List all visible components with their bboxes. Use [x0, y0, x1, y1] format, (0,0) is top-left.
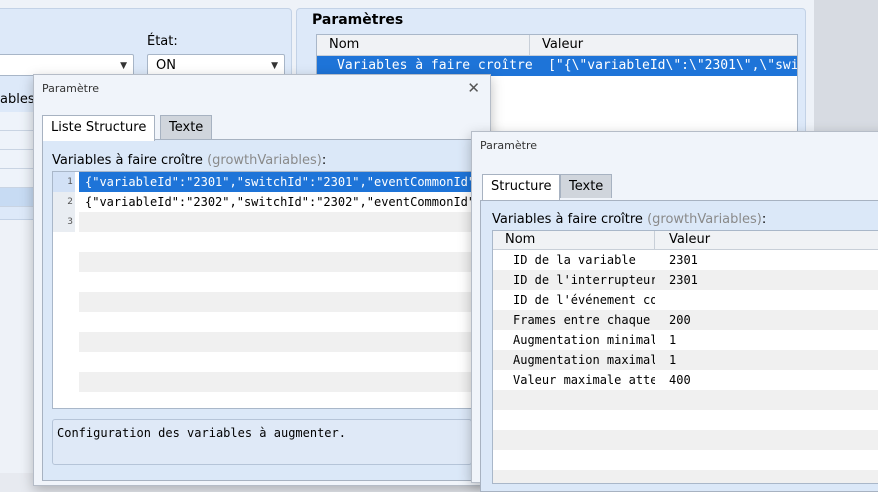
section-label: Variables à faire croître (growthVariabl… [492, 212, 766, 227]
section-key: (growthVariables) [647, 212, 762, 227]
empty-row [53, 272, 473, 292]
empty-row [53, 252, 473, 272]
section-label-text: Variables à faire croître [492, 212, 643, 227]
empty-row [493, 410, 878, 430]
empty-row [493, 470, 878, 483]
field-value: 1 [669, 353, 677, 367]
tab-text[interactable]: Texte [160, 115, 213, 139]
param-dialog-structure: Paramètre Structure Texte Variables à fa… [471, 131, 878, 492]
param-value: ["{\"variableId\":\"2301\",\"switc… [548, 58, 797, 73]
column-header-value[interactable]: Valeur [530, 35, 583, 55]
list-item-text: {"variableId":"2301","switchId":"2301","… [79, 172, 473, 192]
field-value [655, 290, 669, 310]
empty-row [493, 450, 878, 470]
dialog-title: Paramètre [480, 139, 537, 152]
field-name: ID de la variable [513, 253, 636, 267]
empty-row [493, 390, 878, 410]
table-row[interactable]: ID de la variable 2301 [493, 250, 878, 270]
section-label: Variables à faire croître (growthVariabl… [52, 153, 326, 168]
field-value: 1 [669, 333, 677, 347]
list-item[interactable]: 1 {"variableId":"2301","switchId":"2301"… [53, 172, 473, 192]
list-item-text: {"variableId":"2302","switchId":"2302","… [85, 195, 474, 209]
table-row[interactable]: Valeur maximale atte… 400 [493, 370, 878, 390]
list-item[interactable]: 2 {"variableId":"2302","switchId":"2302"… [53, 192, 473, 212]
empty-row [53, 292, 473, 312]
params-header: Nom Valeur [317, 35, 797, 56]
line-number: 1 [53, 172, 75, 192]
empty-row [53, 392, 473, 408]
empty-row [493, 430, 878, 450]
field-name: ID de l'événement co… [513, 293, 655, 307]
empty-row [53, 332, 473, 352]
left-list [0, 112, 36, 212]
table-row[interactable]: Frames entre chaque … 200 [493, 310, 878, 330]
section-colon: : [761, 212, 767, 227]
table-row[interactable]: ID de l'événement co… [493, 290, 878, 310]
left-dropdown[interactable]: ▼ [0, 54, 134, 76]
line-number: 2 [53, 192, 75, 212]
partial-label: ables [0, 92, 35, 107]
column-header-name[interactable]: Nom [317, 35, 530, 55]
param-name: Variables à faire croître [337, 58, 533, 73]
empty-row [53, 312, 473, 332]
list-item[interactable] [0, 188, 36, 207]
grid-header: Nom Valeur [493, 231, 878, 250]
list-item[interactable] [0, 112, 36, 131]
field-name: Frames entre chaque … [513, 313, 655, 327]
param-dialog-list: Paramètre ✕ Liste Structure Texte Variab… [33, 74, 491, 486]
field-value: 2301 [669, 253, 698, 267]
params-title: Paramètres [312, 12, 404, 28]
column-header-name[interactable]: Nom [493, 231, 655, 249]
table-row[interactable]: Augmentation minimale 1 [493, 330, 878, 350]
table-row[interactable]: ID de l'interrupteur… 2301 [493, 270, 878, 290]
dialog-title: Paramètre [42, 82, 99, 95]
etat-value: ON [156, 58, 176, 73]
list-item[interactable]: 3 [53, 212, 473, 232]
line-number: 3 [53, 212, 75, 232]
close-icon[interactable]: ✕ [467, 79, 480, 97]
section-label-text: Variables à faire croître [52, 153, 203, 168]
list-item[interactable] [0, 131, 36, 150]
etat-dropdown[interactable]: ON ▼ [147, 54, 285, 76]
tab-text[interactable]: Texte [560, 174, 613, 198]
field-name: Valeur maximale atte… [513, 373, 655, 387]
field-name: ID de l'interrupteur… [513, 273, 655, 287]
column-header-value[interactable]: Valeur [655, 231, 710, 249]
tab-list-structure[interactable]: Liste Structure [42, 115, 156, 141]
section-key: (growthVariables) [207, 153, 322, 168]
list-item[interactable] [0, 150, 36, 169]
structure-list[interactable]: 1 {"variableId":"2301","switchId":"2301"… [52, 171, 474, 409]
description-box: Configuration des variables à augmenter. [52, 419, 472, 465]
empty-row [53, 352, 473, 372]
empty-row [53, 232, 473, 252]
section-colon: : [321, 153, 327, 168]
field-value: 200 [669, 313, 691, 327]
field-name: Augmentation minimale [513, 333, 655, 347]
list-item[interactable] [0, 169, 36, 188]
etat-label: État: [147, 34, 178, 49]
field-value: 400 [669, 373, 691, 387]
structure-grid: Nom Valeur ID de la variable 2301 ID de … [492, 230, 878, 484]
field-value: 2301 [669, 273, 698, 287]
list-item-text [79, 212, 473, 232]
table-row[interactable]: Augmentation maximale 1 [493, 350, 878, 370]
field-name: Augmentation maximale [513, 353, 655, 367]
tab-structure[interactable]: Structure [482, 174, 561, 200]
table-row[interactable]: Variables à faire croître ["{\"variableI… [317, 56, 797, 76]
empty-row [53, 372, 473, 392]
